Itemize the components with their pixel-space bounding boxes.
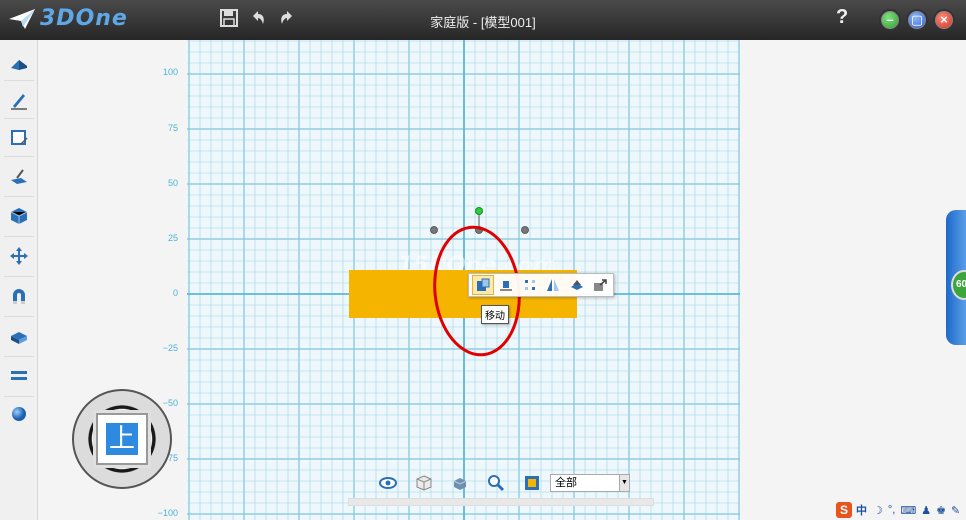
filter-select-value: 全部 [555,477,577,489]
sketch-icon[interactable] [7,88,31,112]
basic-solid-icon[interactable] [7,52,31,76]
auto-snap-icon[interactable] [7,324,31,348]
y-axis-label: 0 [172,288,178,298]
feature-icon[interactable] [7,164,31,188]
window-title: 家庭版 - [模型001] [430,15,536,30]
app-logo[interactable]: 3DOne [8,6,128,31]
shirt-icon[interactable]: ♚ [936,504,946,517]
y-axis-label: −25 [162,343,178,353]
maximize-button[interactable]: ▢ [906,9,928,31]
display-icon[interactable] [450,473,470,493]
scale-handle[interactable] [430,226,438,234]
sketch-edit-icon[interactable] [7,126,31,150]
filter-select[interactable]: 全部 ▼ [550,474,630,492]
scale-handle[interactable] [521,226,529,234]
move-tooltip: 移动 [481,305,509,324]
mirror-icon[interactable] [543,275,565,295]
user-icon[interactable]: ♟ [921,504,931,517]
minimize-button[interactable]: – [879,9,901,31]
y-axis-label: −100 [157,508,178,518]
help-button[interactable]: ? [836,6,848,29]
wrench-icon[interactable]: ✎ [951,504,960,517]
bottom-view-toolbar: 全部 ▼ [378,470,630,496]
move-icon[interactable] [472,275,494,295]
material-icon[interactable] [7,402,31,426]
logo-text: 3DOne [40,6,128,31]
save-icon[interactable] [218,8,240,30]
basic-edit-icon[interactable] [7,244,31,268]
combine-icon[interactable] [7,284,31,308]
view-icon[interactable] [378,473,398,493]
title-bar: 3DOne 家庭版 - [模型001] ? – ▢ × [0,0,966,40]
floating-toolbar [468,273,614,297]
special-feature-icon[interactable] [7,204,31,228]
left-toolbar [0,40,38,520]
close-button[interactable]: × [933,9,955,31]
view-navigation-cube[interactable]: 上 [72,389,172,489]
filter-icon[interactable] [522,473,542,493]
keyboard-icon[interactable]: ⌨ [900,504,916,517]
zoom-icon[interactable] [486,473,506,493]
top-view-label: 上 [106,423,138,455]
paper-plane-icon [9,8,35,29]
rotate-handle[interactable] [475,207,483,215]
horizontal-scrollbar[interactable] [348,498,654,506]
y-axis-label: 100 [162,67,178,77]
pattern-icon[interactable] [519,275,541,295]
view-cube-face[interactable]: 上 [96,413,148,465]
y-axis-label: 25 [167,233,178,243]
undo-icon[interactable] [247,8,269,30]
moon-icon[interactable]: ☽ [873,504,883,517]
punctuation-icon[interactable]: °, [888,504,895,516]
ime-language-label[interactable]: 中 [856,502,867,518]
y-axis-label: 50 [167,178,178,188]
redo-icon[interactable] [276,8,298,30]
chevron-down-icon: ▼ [619,475,629,491]
dome-icon[interactable] [566,275,588,295]
ime-tray: S 中 ☽ °, ⌨ ♟ ♚ ✎ [836,500,966,520]
export-icon[interactable] [590,275,612,295]
align-icon[interactable] [496,275,518,295]
sogou-icon[interactable]: S [836,502,852,518]
distance-measure-icon[interactable] [7,364,31,388]
y-axis-label: 75 [167,123,178,133]
render-mode-icon[interactable] [414,473,434,493]
